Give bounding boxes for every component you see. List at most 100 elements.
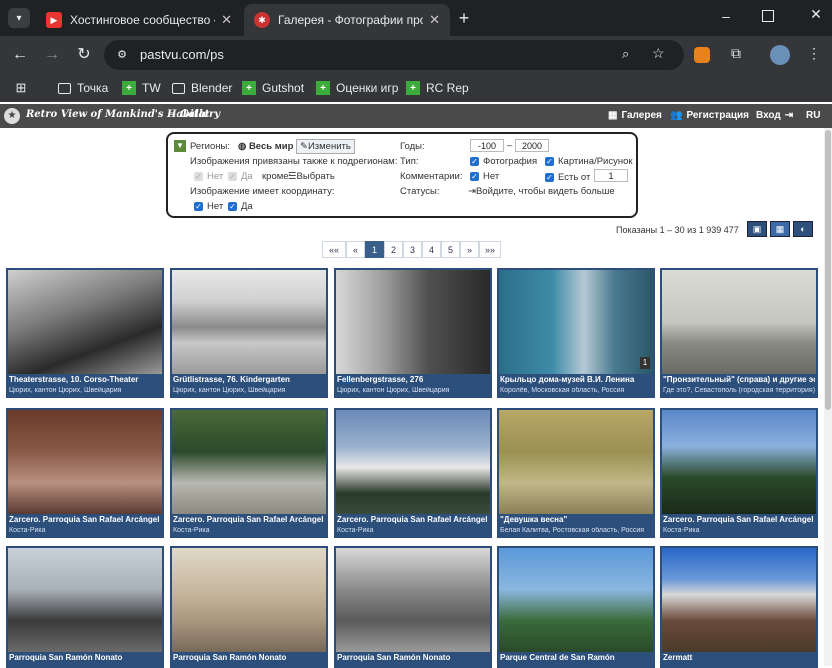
photo-card[interactable]: Parroquia San Ramón Nonato bbox=[170, 546, 328, 668]
forward-button[interactable]: → bbox=[42, 45, 62, 65]
photo-card[interactable]: Fellenbergstrasse, 276 Цюрих, кантон Цюр… bbox=[334, 268, 492, 398]
apps-grid-icon[interactable]: ⊞ bbox=[14, 78, 34, 98]
site-info-icon[interactable]: ⚙ bbox=[114, 47, 130, 63]
view-grid-button[interactable]: ▦ bbox=[770, 221, 790, 237]
extensions-puzzle-icon[interactable]: ⧉ bbox=[726, 45, 746, 65]
pager-page-4[interactable]: 4 bbox=[422, 241, 441, 258]
close-icon[interactable]: ✕ bbox=[221, 12, 232, 28]
profile-avatar[interactable] bbox=[770, 45, 790, 65]
scrollbar-thumb[interactable] bbox=[825, 130, 831, 410]
close-window-button[interactable]: ✕ bbox=[806, 6, 826, 26]
type-photo[interactable]: ✓ Фотография bbox=[470, 156, 537, 167]
results-count: Показаны 1 – 30 из 1 939 477 bbox=[616, 225, 739, 235]
address-bar[interactable]: ⚙ pastvu.com/ps ⌕ ☆ bbox=[104, 40, 684, 70]
subregions-yes[interactable]: ✓ Да bbox=[228, 171, 253, 182]
view-contrast-button[interactable]: ◐ bbox=[793, 221, 813, 237]
pager-last[interactable]: »» bbox=[479, 241, 501, 258]
photo-card[interactable]: 1 Крыльцо дома-музей В.И. Ленина Королёв… bbox=[497, 268, 655, 398]
pager-page-5[interactable]: 5 bbox=[441, 241, 460, 258]
pager-page-2[interactable]: 2 bbox=[384, 241, 403, 258]
extension-fox-icon[interactable] bbox=[694, 47, 710, 63]
menu-kebab-icon[interactable]: ⋮ bbox=[806, 45, 822, 65]
subregions-no[interactable]: ✓ Нет bbox=[194, 171, 223, 182]
bookmark-blender[interactable]: Blender bbox=[172, 78, 232, 98]
tab-list-button[interactable]: ▾ bbox=[8, 8, 30, 28]
green-plus-icon: + bbox=[122, 81, 136, 95]
nav-register[interactable]: 👥 Регистрация bbox=[670, 110, 749, 121]
coords-yes[interactable]: ✓ Да bbox=[228, 201, 253, 212]
pager-prev[interactable]: « bbox=[346, 241, 365, 258]
pager-next[interactable]: » bbox=[460, 241, 479, 258]
pastvu-logo-icon[interactable]: ★ bbox=[4, 108, 20, 124]
photo-card[interactable]: Zarcero. Parroquia San Rafael Arcángel К… bbox=[334, 408, 492, 538]
tab-gallery[interactable]: ✱ Галерея - Фотографии прошло ✕ bbox=[244, 4, 450, 36]
filter-toggle[interactable]: ▼ bbox=[174, 140, 186, 152]
view-large-button[interactable]: ▣ bbox=[747, 221, 767, 237]
comments-from[interactable]: ✓ Есть от bbox=[545, 172, 590, 183]
year-to-input[interactable]: 2000 bbox=[515, 139, 549, 152]
photo-image bbox=[8, 270, 162, 374]
filter-panel: ▼ Регионы: ◍ Весь мир ✎Изменить Изображе… bbox=[166, 132, 638, 218]
checkbox-label: Да bbox=[241, 171, 253, 182]
photo-card[interactable]: Grütlistrasse, 76. Kindergarten Цюрих, к… bbox=[170, 268, 328, 398]
coords-no[interactable]: ✓ Нет bbox=[194, 201, 223, 212]
photo-card[interactable]: Zarcero. Parroquia San Rafael Arcángel К… bbox=[660, 408, 818, 538]
bookmark-label: TW bbox=[142, 81, 161, 95]
choose-subregions-link[interactable]: ☰Выбрать bbox=[288, 171, 335, 182]
close-icon[interactable]: ✕ bbox=[429, 12, 440, 28]
button-label: Изменить bbox=[307, 141, 351, 152]
photo-card[interactable]: Parroquia San Ramón Nonato bbox=[334, 546, 492, 668]
checkbox-label: Картина/Рисунок bbox=[558, 156, 633, 167]
pager-page-1[interactable]: 1 bbox=[365, 241, 384, 258]
comments-label: Комментарии: bbox=[400, 171, 463, 182]
photo-title: Zarcero. Parroquia San Rafael Arcángel bbox=[173, 515, 324, 524]
bookmark-rcrep[interactable]: + RC Rep bbox=[406, 78, 469, 98]
tab-title: Галерея - Фотографии прошло bbox=[278, 13, 423, 27]
bookmark-tochka[interactable]: Точка bbox=[58, 78, 108, 98]
bookmark-label: Blender bbox=[191, 81, 233, 95]
photo-card[interactable]: Parque Central de San Ramón bbox=[497, 546, 655, 668]
nav-gallery[interactable]: ▦ Галерея bbox=[608, 110, 662, 121]
photo-card[interactable]: Zarcero. Parroquia San Rafael Arcángel К… bbox=[6, 408, 164, 538]
pager-first[interactable]: «« bbox=[322, 241, 346, 258]
login-icon: ⇥ bbox=[468, 186, 476, 197]
bookmark-star-icon[interactable]: ☆ bbox=[652, 45, 665, 62]
chevron-down-icon: ▾ bbox=[16, 12, 22, 24]
type-picture[interactable]: ✓ Картина/Рисунок bbox=[545, 156, 633, 167]
new-tab-button[interactable]: + bbox=[454, 8, 474, 28]
photo-card[interactable]: Parroquia San Ramón Nonato bbox=[6, 546, 164, 668]
photo-card[interactable]: Theaterstrasse, 10. Corso-Theater Цюрих,… bbox=[6, 268, 164, 398]
photo-card[interactable]: "Девушка весна" Белая Калитва, Ростовска… bbox=[497, 408, 655, 538]
change-regions-button[interactable]: ✎Изменить bbox=[296, 139, 355, 154]
language-switch[interactable]: RU bbox=[806, 110, 820, 121]
year-from-input[interactable]: -100 bbox=[470, 139, 504, 152]
photo-card[interactable]: Zermatt bbox=[660, 546, 818, 668]
maximize-button[interactable] bbox=[762, 10, 774, 22]
contrast-icon: ◐ bbox=[800, 224, 806, 234]
comments-no[interactable]: ✓ Нет bbox=[470, 171, 499, 182]
photo-title: Zarcero. Parroquia San Rafael Arcángel bbox=[337, 515, 488, 524]
comments-from-input[interactable]: 1 bbox=[594, 169, 628, 182]
site-header: ★ Retro View of Mankind's Habitat – Gall… bbox=[0, 104, 832, 128]
back-button[interactable]: ← bbox=[10, 45, 30, 65]
minimize-button[interactable]: – bbox=[716, 8, 736, 28]
statuses-login-link[interactable]: ⇥Войдите, чтобы видеть больше bbox=[468, 186, 615, 197]
pager-page-3[interactable]: 3 bbox=[403, 241, 422, 258]
regions-value-text: Весь мир bbox=[248, 141, 294, 152]
photo-place: Белая Калитва, Ростовская область, Росси… bbox=[500, 527, 645, 534]
zoom-icon[interactable]: ⌕ bbox=[622, 46, 629, 62]
bookmark-tw[interactable]: + TW bbox=[122, 78, 161, 98]
folder-icon bbox=[58, 82, 71, 94]
photo-card[interactable]: Zarcero. Parroquia San Rafael Arcángel К… bbox=[170, 408, 328, 538]
photo-count-badge: 1 bbox=[640, 357, 650, 369]
logo-dash: – bbox=[170, 109, 176, 120]
bookmark-ratings[interactable]: + Оценки игр bbox=[316, 78, 398, 98]
tab-bar: ▾ ▶ Хостинговое сообщество «Tim ✕ ✱ Гале… bbox=[0, 0, 832, 36]
page-scrollbar[interactable] bbox=[824, 128, 832, 666]
bookmark-gutshot[interactable]: + Gutshot bbox=[242, 78, 304, 98]
reload-button[interactable]: ↻ bbox=[74, 45, 94, 65]
tab-hosting[interactable]: ▶ Хостинговое сообщество «Tim ✕ bbox=[36, 4, 242, 36]
photo-image bbox=[662, 270, 816, 374]
nav-login[interactable]: Вход ⇥ bbox=[756, 110, 793, 121]
photo-card[interactable]: "Пронзительный" (справа) и другие эсмин.… bbox=[660, 268, 818, 398]
